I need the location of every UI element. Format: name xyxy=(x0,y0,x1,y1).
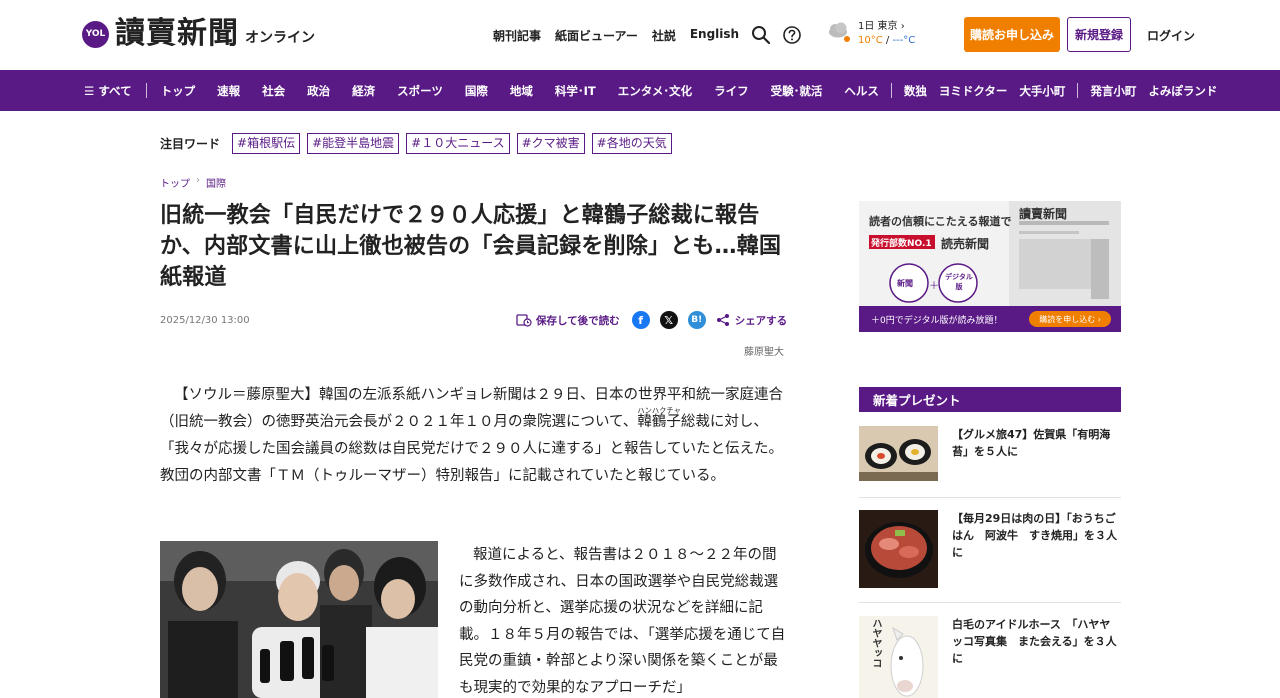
ad-badge: 発行部数NO.1 xyxy=(871,239,932,249)
login-link[interactable]: ログイン xyxy=(1147,27,1195,44)
nav-sports[interactable]: スポーツ xyxy=(397,83,443,99)
article-paragraph-2: 報道によると、報告書は２０１８～２２年の間に多数作成され、日本の国政選挙や自民党… xyxy=(459,547,786,696)
site-header: YOL 讀賣新聞 オンライン 朝刊記事 紙面ビューアー 社説 English 1… xyxy=(0,0,1280,70)
register-button[interactable]: 新規登録 xyxy=(1067,17,1131,52)
present-item[interactable]: 【毎月29日は肉の日】「おうちごはん 阿波牛 すき焼用」を３人に xyxy=(859,510,1121,588)
nav-regional[interactable]: 地域 xyxy=(510,83,533,99)
nav-entertainment[interactable]: エンタメ･文化 xyxy=(618,83,692,99)
help-icon[interactable] xyxy=(782,25,802,45)
author-name: 藤原聖大 xyxy=(744,347,784,358)
temp-high: 10°C xyxy=(858,35,883,46)
ruby-han-hakja: 韓鶴子ハンハクチャ xyxy=(637,406,681,430)
divider xyxy=(859,602,1121,603)
nav-morning-edition[interactable]: 朝刊記事 xyxy=(493,27,541,44)
nav-yomidr[interactable]: ヨミドクター xyxy=(939,83,1008,99)
article-title: 旧統一教会「自民だけで２９０人応援」と韓鶴子総裁に報告か、内部文書に山上徹也被告… xyxy=(160,203,782,290)
nav-hatsugen-komachi[interactable]: 発言小町 xyxy=(1090,83,1136,99)
nav-viewer[interactable]: 紙面ビューアー xyxy=(555,27,638,44)
weather-location: 1日 東京 › xyxy=(858,21,905,32)
present-thumb-sushi xyxy=(859,426,938,481)
temp-low: ---°C xyxy=(892,35,916,46)
search-icon[interactable] xyxy=(751,25,771,45)
tag-weather[interactable]: #各地の天気 xyxy=(591,133,672,154)
subscribe-button[interactable]: 購読お申し込み xyxy=(964,17,1060,52)
ad-plus: ＋ xyxy=(929,281,939,292)
save-for-later-button[interactable]: 保存して後で読む xyxy=(516,313,620,328)
nav-editorial[interactable]: 社説 xyxy=(652,27,676,44)
divider xyxy=(859,497,1121,498)
yol-badge: YOL xyxy=(82,20,109,48)
trending-words: 注目ワード #箱根駅伝 #能登半島地震 #１０大ニュース #クマ被害 #各地の天… xyxy=(160,133,679,154)
present-title: 【グルメ旅47】佐賀県「有明海苔」を５人に xyxy=(952,428,1111,458)
nav-divider xyxy=(890,83,892,98)
bookmark-clock-icon xyxy=(516,314,532,327)
nav-international[interactable]: 国際 xyxy=(465,83,488,99)
ad-subscribe-button[interactable]: 購読を申し込む › xyxy=(1029,311,1111,327)
nav-top[interactable]: トップ xyxy=(161,83,196,99)
chevron-right-icon: › xyxy=(196,175,200,186)
weather-temps: 10°C / ---°C xyxy=(858,35,916,46)
present-item[interactable]: ハヤヤッコ 白毛のアイドルホース 「ハヤヤッコ写真集 また会える」を３人に xyxy=(859,616,1121,698)
tag-bear-damage[interactable]: #クマ被害 xyxy=(516,133,585,154)
ad-circle-paper: 新聞 xyxy=(897,279,913,288)
share-icon xyxy=(716,314,729,326)
trending-label: 注目ワード xyxy=(160,137,221,151)
tag-noto-earthquake[interactable]: #能登半島地震 xyxy=(307,133,400,154)
cloud-sun-icon xyxy=(829,22,850,42)
ad-circle-digital: デジタル版 xyxy=(945,273,973,291)
publish-date: 2025/12/30 13:00 xyxy=(160,315,250,326)
ad-masthead: 讀賣新聞 xyxy=(1019,207,1068,221)
book-cover-title: ハヤヤッコ xyxy=(870,618,881,668)
present-item[interactable]: 【グルメ旅47】佐賀県「有明海苔」を５人に xyxy=(859,426,1121,481)
x-share-icon[interactable]: 𝕏 xyxy=(659,311,678,329)
nav-politics[interactable]: 政治 xyxy=(307,83,330,99)
nav-english[interactable]: English xyxy=(690,27,739,44)
tag-top10-news[interactable]: #１０大ニュース xyxy=(406,133,510,154)
site-logo[interactable]: YOL 讀賣新聞 オンライン xyxy=(82,17,315,51)
weather-widget[interactable]: 1日 東京 › 10°C / ---°C xyxy=(826,20,915,48)
nav-health[interactable]: ヘルス xyxy=(844,83,879,99)
breadcrumb: トップ › 国際 xyxy=(160,175,226,190)
nav-breaking[interactable]: 速報 xyxy=(217,83,240,99)
share-button[interactable]: シェアする xyxy=(716,313,787,328)
photo-press-scrum xyxy=(160,541,438,698)
nav-divider xyxy=(145,83,147,98)
logo-wordmark: 讀賣新聞 xyxy=(115,16,239,51)
present-thumb-sukiyaki xyxy=(859,510,938,588)
article-tools: 保存して後で読む f 𝕏 B! シェアする xyxy=(516,311,787,329)
nav-life[interactable]: ライフ xyxy=(714,83,749,99)
present-title: 白毛のアイドルホース 「ハヤヤッコ写真集 また会える」を３人に xyxy=(952,618,1117,665)
logo-online: オンライン xyxy=(245,30,315,46)
new-presents-heading: 新着プレゼント xyxy=(859,387,1121,412)
nav-sudoku[interactable]: 数独 xyxy=(904,83,927,99)
nav-exam-career[interactable]: 受験･就活 xyxy=(771,83,823,99)
article-lead: 【ソウル＝藤原聖大】韓国の左派系紙ハンギョレ新聞は２９日、日本の世界平和統一家庭… xyxy=(160,387,784,484)
category-nav: ☰ すべて トップ 速報 社会 政治 経済 スポーツ 国際 地域 科学･IT エ… xyxy=(0,70,1280,111)
article-photo[interactable] xyxy=(160,541,438,698)
ad-brand: 読売新聞 xyxy=(941,237,990,251)
breadcrumb-top[interactable]: トップ xyxy=(160,175,190,190)
hatena-bookmark-icon[interactable]: B! xyxy=(687,311,706,329)
nav-society[interactable]: 社会 xyxy=(262,83,285,99)
nav-otekomachi[interactable]: 大手小町 xyxy=(1019,83,1065,99)
present-title: 【毎月29日は肉の日】「おうちごはん 阿波牛 すき焼用」を３人に xyxy=(952,512,1117,559)
menu-icon: ☰ xyxy=(84,83,95,98)
ad-tagline: 読者の信頼にこたえる報道で xyxy=(869,215,1012,228)
nav-divider xyxy=(1077,83,1079,98)
nav-economy[interactable]: 経済 xyxy=(352,83,375,99)
breadcrumb-international[interactable]: 国際 xyxy=(206,175,226,190)
ad-cta-bar: ＋0円でデジタル版が読み放題！ 購読を申し込む › xyxy=(859,306,1121,332)
facebook-share-icon[interactable]: f xyxy=(631,311,650,329)
subscription-ad-banner[interactable]: 読者の信頼にこたえる報道で 讀賣新聞 発行部数NO.1 読売新聞 新聞 ＋ デジ… xyxy=(859,201,1121,332)
nav-science-it[interactable]: 科学･IT xyxy=(555,83,596,99)
nav-all[interactable]: ☰ すべて xyxy=(84,83,132,99)
tag-hakone-ekiden[interactable]: #箱根駅伝 xyxy=(232,133,301,154)
nav-yomipo-land[interactable]: よみぽランド xyxy=(1148,83,1217,99)
header-nav: 朝刊記事 紙面ビューアー 社説 English xyxy=(493,27,739,44)
